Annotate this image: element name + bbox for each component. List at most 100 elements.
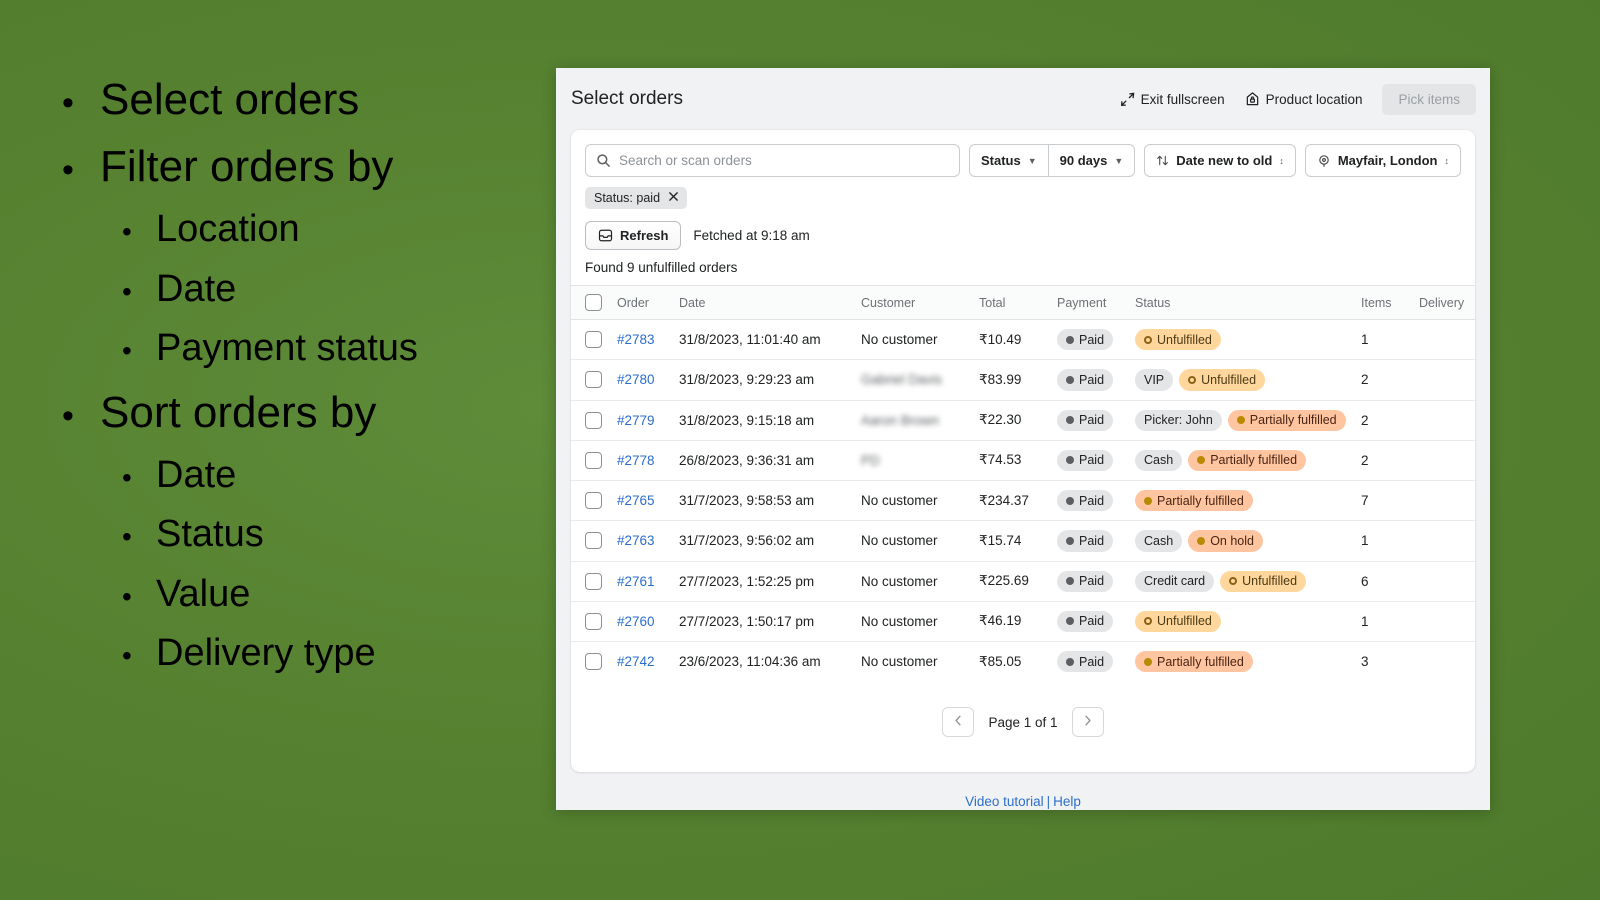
items-cell: 6	[1355, 561, 1413, 601]
table-row[interactable]: #276027/7/2023, 1:50:17 pmNo customer₹46…	[571, 601, 1475, 641]
order-link[interactable]: #2760	[617, 614, 655, 629]
delivery-cell	[1413, 481, 1475, 521]
sort-select[interactable]: Date new to old ↕	[1144, 144, 1296, 177]
column-header-customer[interactable]: Customer	[855, 286, 973, 320]
payment-dot-icon	[1066, 658, 1074, 666]
date-text: 23/6/2023, 11:04:36 am	[679, 654, 821, 669]
column-header-items[interactable]: Items	[1355, 286, 1413, 320]
row-checkbox[interactable]	[585, 331, 602, 348]
status-badge-label: Partially fulfilled	[1157, 654, 1244, 670]
status-badge: Partially fulfilled	[1135, 490, 1253, 511]
row-checkbox[interactable]	[585, 452, 602, 469]
exit-fullscreen-icon	[1120, 92, 1135, 107]
status-badge-label: Unfulfilled	[1157, 332, 1212, 348]
outline-item-label: Delivery type	[156, 630, 376, 678]
column-header-date[interactable]: Date	[673, 286, 855, 320]
date-cell: 31/8/2023, 9:15:18 am	[673, 400, 855, 440]
table-row[interactable]: #276127/7/2023, 1:52:25 pmNo customer₹22…	[571, 561, 1475, 601]
product-location-button[interactable]: Product location	[1235, 85, 1373, 113]
bullet-icon: •	[62, 385, 100, 433]
order-cell: #2742	[611, 642, 673, 682]
bullet-icon: •	[122, 511, 156, 551]
table-row[interactable]: #278031/8/2023, 9:29:23 amGabriel Davis₹…	[571, 360, 1475, 400]
date-range-filter-button[interactable]: 90 days ▼	[1048, 145, 1135, 176]
order-link[interactable]: #2761	[617, 574, 655, 589]
search-input[interactable]: Search or scan orders	[585, 144, 960, 177]
next-page-button[interactable]	[1072, 707, 1104, 737]
status-ring-icon	[1229, 577, 1237, 585]
payment-status-label: Paid	[1079, 573, 1104, 589]
table-row[interactable]: #274223/6/2023, 11:04:36 amNo customer₹8…	[571, 642, 1475, 682]
help-link[interactable]: Help	[1053, 794, 1081, 809]
status-badge-label: Unfulfilled	[1157, 613, 1212, 629]
row-select-cell	[571, 642, 611, 682]
payment-status-badge: Paid	[1057, 329, 1113, 350]
column-header-order[interactable]: Order	[611, 286, 673, 320]
bullet-icon: •	[122, 206, 156, 246]
status-filter-button[interactable]: Status ▼	[970, 145, 1048, 176]
table-row[interactable]: #277826/8/2023, 9:36:31 amPD₹74.53PaidCa…	[571, 440, 1475, 480]
table-row[interactable]: #278331/8/2023, 11:01:40 amNo customer₹1…	[571, 320, 1475, 360]
refresh-button[interactable]: Refresh	[585, 221, 681, 250]
row-checkbox[interactable]	[585, 573, 602, 590]
video-tutorial-link[interactable]: Video tutorial	[965, 794, 1044, 809]
status-cell: Unfulfilled	[1129, 320, 1355, 360]
page-title: Select orders	[571, 88, 1110, 110]
outline-item: •Location	[62, 206, 532, 254]
payment-status-label: Paid	[1079, 613, 1104, 629]
order-link[interactable]: #2779	[617, 413, 655, 428]
order-link[interactable]: #2778	[617, 453, 655, 468]
order-link[interactable]: #2780	[617, 372, 655, 387]
pick-items-button[interactable]: Pick items	[1382, 84, 1476, 115]
row-checkbox[interactable]	[585, 492, 602, 509]
date-text: 26/8/2023, 9:36:31 am	[679, 453, 814, 468]
bullet-icon: •	[122, 325, 156, 365]
payment-status-badge: Paid	[1057, 490, 1113, 511]
bullet-icon: •	[122, 452, 156, 492]
column-header-delivery[interactable]: Delivery	[1413, 286, 1475, 320]
status-filter-label: Status	[981, 153, 1021, 168]
payment-dot-icon	[1066, 456, 1074, 464]
column-header-total[interactable]: Total	[973, 286, 1051, 320]
payment-status-badge: Paid	[1057, 410, 1113, 431]
row-checkbox[interactable]	[585, 412, 602, 429]
bullet-icon: •	[122, 630, 156, 670]
table-row[interactable]: #276331/7/2023, 9:56:02 amNo customer₹15…	[571, 521, 1475, 561]
row-checkbox[interactable]	[585, 371, 602, 388]
total-cell: ₹74.53	[973, 440, 1051, 480]
items-cell: 1	[1355, 521, 1413, 561]
table-row[interactable]: #276531/7/2023, 9:58:53 amNo customer₹23…	[571, 481, 1475, 521]
customer-text: No customer	[861, 533, 938, 548]
order-link[interactable]: #2783	[617, 332, 655, 347]
row-checkbox[interactable]	[585, 613, 602, 630]
row-select-cell	[571, 440, 611, 480]
table-row[interactable]: #277931/8/2023, 9:15:18 amAaron Brown₹22…	[571, 400, 1475, 440]
date-text: 31/8/2023, 11:01:40 am	[679, 332, 821, 347]
items-cell: 2	[1355, 400, 1413, 440]
outline-item-label: Location	[156, 206, 300, 254]
outline-item-label: Sort orders by	[100, 385, 376, 440]
payment-cell: Paid	[1051, 642, 1129, 682]
order-link[interactable]: #2765	[617, 493, 655, 508]
row-checkbox[interactable]	[585, 653, 602, 670]
orders-table-body: #278331/8/2023, 11:01:40 amNo customer₹1…	[571, 320, 1475, 682]
row-checkbox[interactable]	[585, 532, 602, 549]
items-cell: 7	[1355, 481, 1413, 521]
previous-page-button[interactable]	[942, 707, 974, 737]
location-select[interactable]: Mayfair, London ↕	[1305, 144, 1461, 177]
exit-fullscreen-button[interactable]: Exit fullscreen	[1110, 86, 1235, 113]
fetched-at-text: Fetched at 9:18 am	[693, 228, 809, 243]
column-header-payment[interactable]: Payment	[1051, 286, 1129, 320]
customer-cell: PD	[855, 440, 973, 480]
applied-filter-tag[interactable]: Status: paid	[585, 187, 687, 209]
order-cell: #2763	[611, 521, 673, 561]
payment-cell: Paid	[1051, 521, 1129, 561]
column-header-status[interactable]: Status	[1129, 286, 1355, 320]
status-badge-label: Partially fulfilled	[1250, 412, 1337, 428]
close-icon[interactable]	[668, 191, 679, 205]
order-link[interactable]: #2742	[617, 654, 655, 669]
select-all-checkbox[interactable]	[585, 294, 602, 311]
payment-status-label: Paid	[1079, 452, 1104, 468]
items-cell: 1	[1355, 320, 1413, 360]
order-link[interactable]: #2763	[617, 533, 655, 548]
